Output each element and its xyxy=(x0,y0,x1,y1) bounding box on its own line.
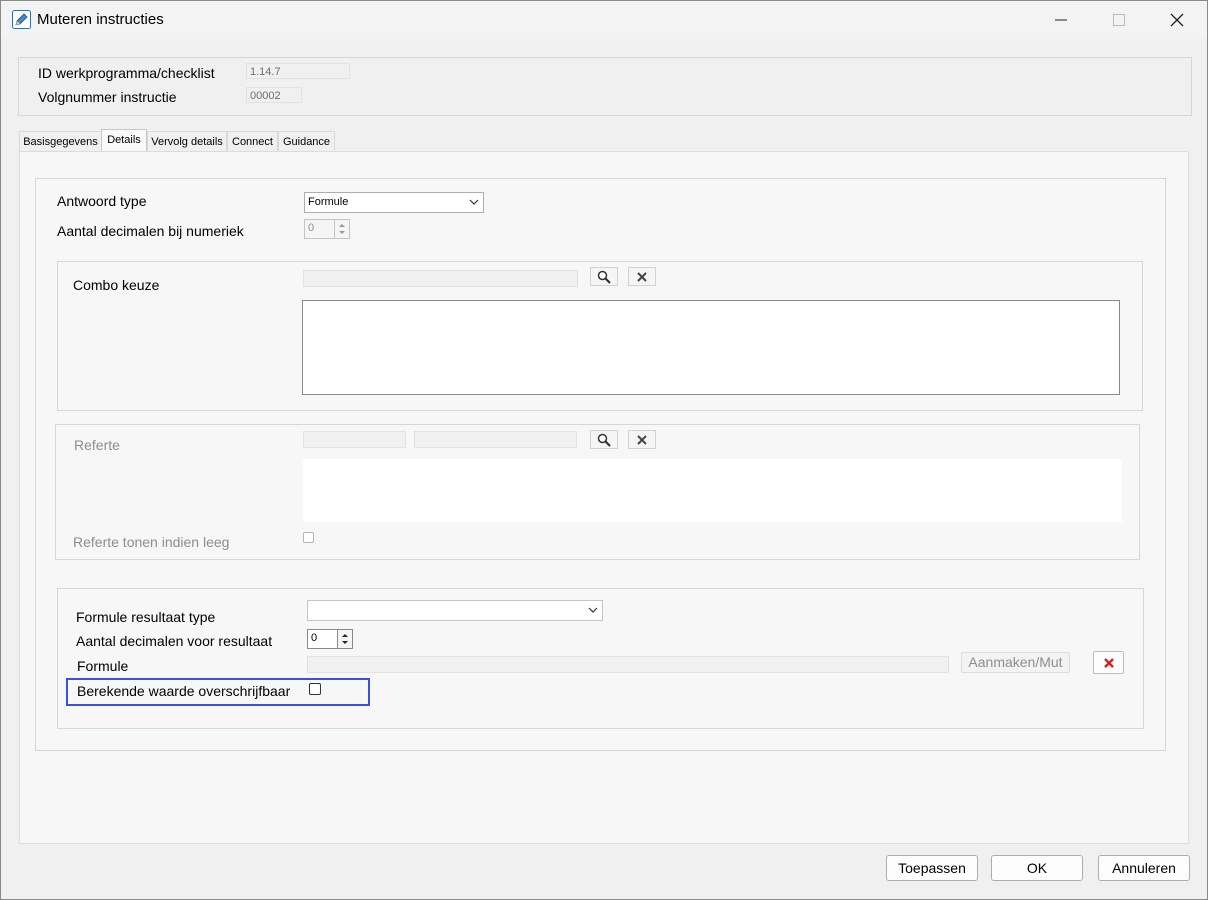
tab-connect[interactable]: Connect xyxy=(227,131,278,151)
delete-icon xyxy=(1103,657,1114,668)
formule-resultaat-type-select[interactable] xyxy=(307,600,603,621)
referte-code-field xyxy=(303,431,406,448)
combo-keuze-field xyxy=(303,270,578,287)
aantal-decimalen-resultaat-stepper[interactable]: 0 xyxy=(307,629,353,649)
title-bar: Muteren instructies xyxy=(1,1,1207,39)
close-button[interactable] xyxy=(1154,5,1200,35)
toepassen-button[interactable]: Toepassen xyxy=(886,855,978,881)
chevron-down-icon xyxy=(469,195,479,214)
referte-tonen-label: Referte tonen indien leeg xyxy=(73,534,230,550)
chevron-down-icon xyxy=(588,603,598,622)
referte-description-field xyxy=(414,431,577,448)
pencil-icon xyxy=(12,10,31,29)
referte-clear-button[interactable] xyxy=(628,430,656,449)
clear-icon xyxy=(637,271,647,282)
aantal-decimalen-resultaat-value: 0 xyxy=(311,632,318,644)
volgnummer-field: 00002 xyxy=(246,87,302,103)
search-icon xyxy=(597,270,611,284)
clear-icon xyxy=(637,434,647,445)
combo-search-button[interactable] xyxy=(590,267,618,286)
antwoord-type-label: Antwoord type xyxy=(57,193,147,209)
window-title: Muteren instructies xyxy=(37,11,164,28)
antwoord-type-value: Formule xyxy=(308,196,349,208)
tab-guidance[interactable]: Guidance xyxy=(278,131,335,151)
berekende-waarde-label: Berekende waarde overschrijfbaar xyxy=(77,683,291,699)
aantal-decimalen-stepper[interactable]: 0 xyxy=(304,219,350,239)
combo-keuze-label: Combo keuze xyxy=(73,277,160,293)
aantal-decimalen-resultaat-label: Aantal decimalen voor resultaat xyxy=(76,633,273,649)
aanmaken-mut-button[interactable]: Aanmaken/Mut xyxy=(961,652,1070,673)
id-field: 1.14.7 xyxy=(246,63,350,79)
antwoord-type-select[interactable]: Formule xyxy=(304,192,484,213)
stepper-arrows-icon[interactable] xyxy=(334,220,349,238)
tab-details[interactable]: Details xyxy=(101,129,147,152)
formule-field xyxy=(307,656,949,673)
stepper-arrows-icon[interactable] xyxy=(337,630,352,648)
search-icon xyxy=(597,433,611,447)
berekende-waarde-checkbox[interactable] xyxy=(309,683,321,695)
formule-resultaat-type-label: Formule resultaat type xyxy=(76,609,216,625)
formule-delete-button[interactable] xyxy=(1093,651,1124,674)
close-icon xyxy=(1170,13,1184,27)
aantal-decimalen-label: Aantal decimalen bij numeriek xyxy=(57,223,244,239)
referte-tonen-checkbox[interactable] xyxy=(303,532,314,543)
id-label: ID werkprogramma/checklist xyxy=(38,65,215,81)
referte-label: Referte xyxy=(74,437,120,453)
combo-keuze-textarea[interactable] xyxy=(302,300,1120,395)
aantal-decimalen-value: 0 xyxy=(308,222,315,234)
tab-basisgegevens[interactable]: Basisgegevens xyxy=(19,131,102,151)
volgnummer-label: Volgnummer instructie xyxy=(38,89,177,105)
annuleren-button[interactable]: Annuleren xyxy=(1098,855,1190,881)
ok-button[interactable]: OK xyxy=(991,855,1083,881)
tab-vervolg-details[interactable]: Vervolg details xyxy=(147,131,227,151)
combo-clear-button[interactable] xyxy=(628,267,656,286)
referte-search-button[interactable] xyxy=(590,430,618,449)
dialog-window: Muteren instructies ID werkprogramma/che… xyxy=(0,0,1208,900)
minimize-button[interactable] xyxy=(1038,5,1084,35)
referte-textarea xyxy=(303,459,1122,522)
formule-label: Formule xyxy=(77,658,129,674)
maximize-button[interactable] xyxy=(1096,5,1142,35)
